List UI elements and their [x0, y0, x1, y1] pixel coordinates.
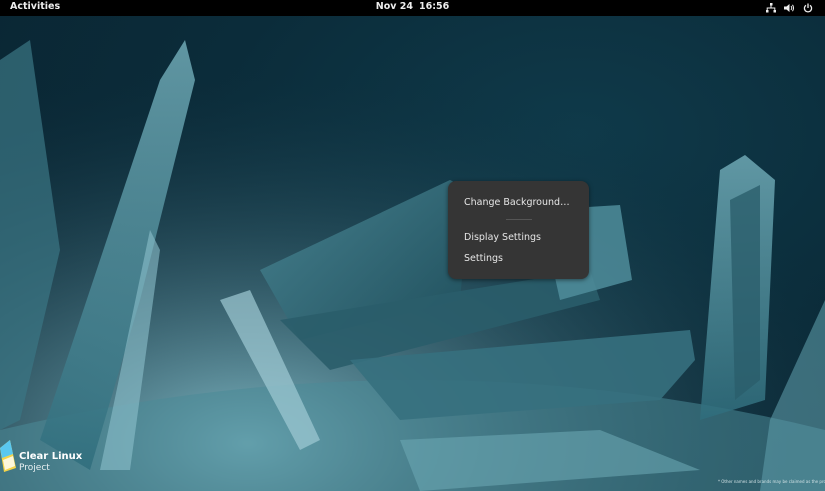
- power-icon[interactable]: [802, 1, 814, 14]
- desktop-background[interactable]: Change Background… Display Settings Sett…: [0, 16, 825, 491]
- trademark-disclaimer: * Other names and brands may be claimed …: [718, 479, 825, 484]
- date: Nov 24: [375, 1, 413, 12]
- time: 16:56: [418, 1, 450, 12]
- menu-item-change-background[interactable]: Change Background…: [464, 197, 570, 208]
- clear-linux-logo-icon: [0, 440, 16, 472]
- crystal-wallpaper: [0, 16, 825, 491]
- menu-item-display-settings[interactable]: Display Settings: [464, 232, 541, 243]
- network-icon[interactable]: [765, 1, 777, 14]
- clock-button[interactable]: Nov 24 16:56: [0, 1, 825, 12]
- logo-text-line1: Clear Linux: [19, 451, 83, 462]
- top-bar: Activities Nov 24 16:56: [0, 0, 825, 16]
- menu-item-settings[interactable]: Settings: [464, 253, 503, 264]
- menu-separator: [506, 219, 532, 220]
- volume-icon[interactable]: [783, 1, 795, 14]
- clear-linux-logo: Clear Linux Project: [0, 438, 83, 474]
- desktop-context-menu: Change Background… Display Settings Sett…: [448, 181, 589, 279]
- logo-text-line2: Project: [19, 463, 50, 473]
